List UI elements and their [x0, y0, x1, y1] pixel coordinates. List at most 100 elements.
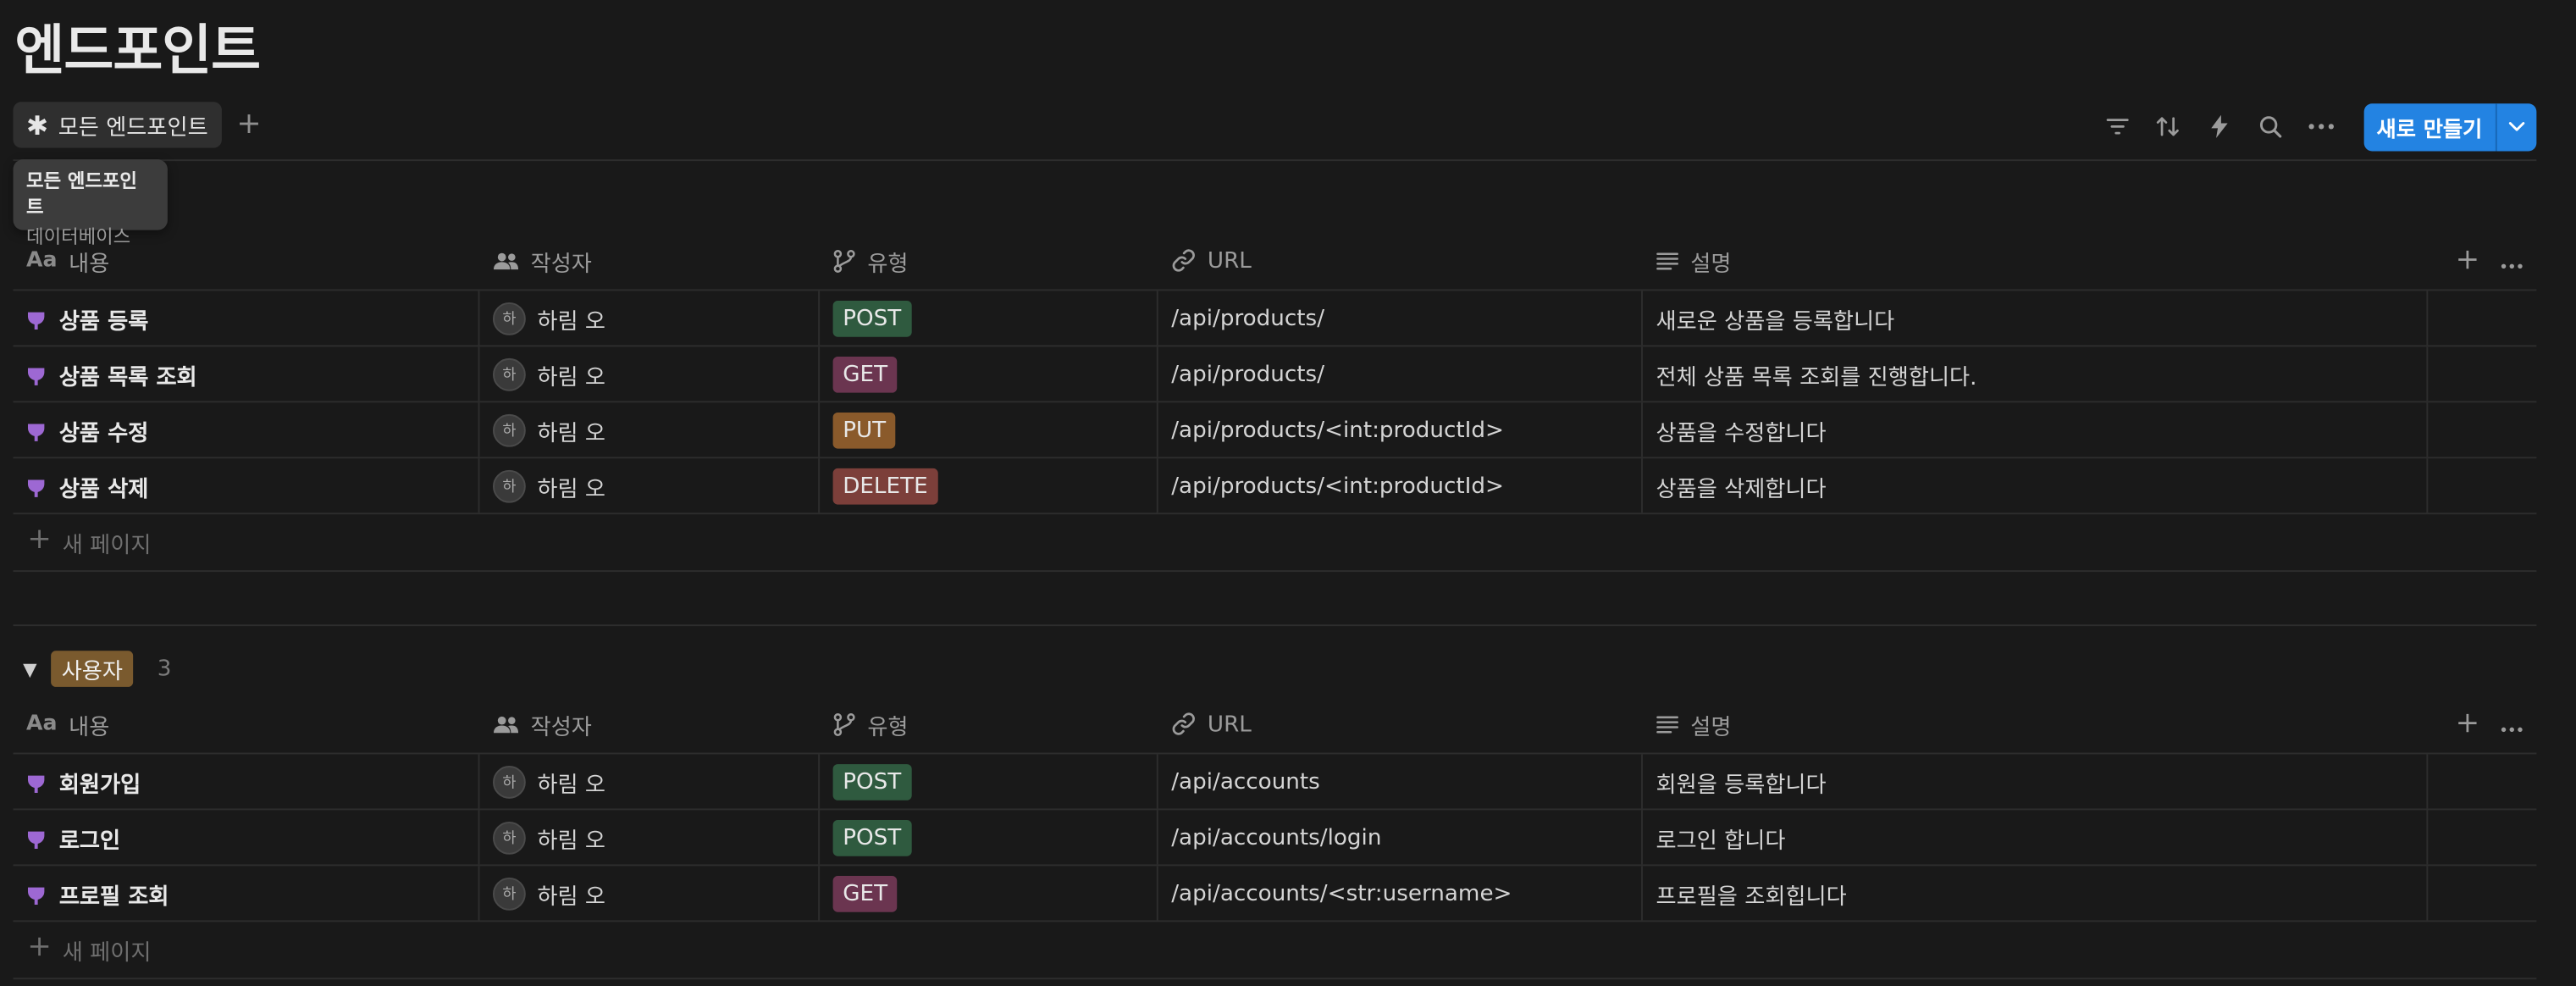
- avatar: 하: [493, 413, 526, 446]
- avatar: 하: [493, 357, 526, 391]
- cell-title[interactable]: 회원가입: [14, 754, 480, 809]
- cell-title[interactable]: 상품 수정: [14, 402, 480, 457]
- cell-description[interactable]: 회원을 등록합니다: [1643, 754, 2429, 809]
- cell-empty[interactable]: [2428, 402, 2536, 457]
- plus-icon[interactable]: +: [236, 107, 261, 143]
- table-row[interactable]: 상품 목록 조회 하 하림 오 GET/api/products/전체 상품 목록 조…: [13, 346, 2537, 403]
- cell-author[interactable]: 하 하림 오: [479, 402, 821, 457]
- cell-empty[interactable]: [2428, 754, 2536, 808]
- cell-url[interactable]: /api/accounts/login: [1158, 810, 1643, 865]
- table-row[interactable]: 프로필 조회 하 하림 오 GET/api/accounts/<str:usernam…: [13, 866, 2537, 922]
- cell-description[interactable]: 상품을 수정합니다: [1643, 402, 2429, 457]
- column-header-description[interactable]: 설명: [1643, 232, 2428, 290]
- cell-type[interactable]: PUT: [820, 402, 1158, 457]
- cell-type[interactable]: POST: [820, 810, 1158, 865]
- tooltip-subtitle: 데이터베이스: [26, 224, 131, 248]
- filter-icon[interactable]: [2092, 103, 2143, 149]
- table-row[interactable]: 상품 등록 하 하림 오 POST/api/products/새로운 상품을 등록합니…: [13, 291, 2537, 347]
- cell-url[interactable]: /api/products/: [1158, 346, 1643, 402]
- people-icon: [493, 251, 519, 270]
- column-header-description[interactable]: 설명: [1643, 695, 2428, 753]
- sort-icon[interactable]: [2143, 103, 2194, 149]
- cell-author[interactable]: 하 하림 오: [479, 458, 821, 513]
- table-row[interactable]: 회원가입 하 하림 오 POST/api/accounts 회원을 등록합니다: [13, 754, 2537, 811]
- new-button[interactable]: 새로 만들기: [2363, 102, 2496, 150]
- cell-type[interactable]: POST: [820, 291, 1158, 346]
- cell-author[interactable]: 하 하림 오: [479, 866, 821, 921]
- cell-empty[interactable]: [2428, 346, 2536, 401]
- avatar: 하: [493, 468, 526, 502]
- author-name: 하림 오: [537, 771, 606, 798]
- cell-url[interactable]: /api/accounts/<str:username>: [1158, 866, 1643, 921]
- plug-icon: [26, 825, 46, 850]
- table-row[interactable]: 로그인 하 하림 오 POST/api/accounts/login 로그인 합니다: [13, 810, 2537, 867]
- column-header-type[interactable]: 유형: [820, 232, 1158, 290]
- column-label: 내용: [69, 713, 110, 740]
- cell-title[interactable]: 프로필 조회: [14, 866, 480, 921]
- url-text: /api/accounts: [1171, 767, 1320, 795]
- column-header-author[interactable]: 작성자: [479, 232, 820, 290]
- add-property-icon[interactable]: [2457, 245, 2477, 276]
- triangle-down-icon[interactable]: ▼: [23, 658, 36, 679]
- description-text: 회원을 등록합니다: [1656, 771, 1827, 798]
- more-icon[interactable]: [2501, 245, 2523, 276]
- description-text: 로그인 합니다: [1656, 827, 1786, 854]
- cell-empty[interactable]: [2428, 810, 2536, 864]
- column-header-url[interactable]: URL: [1158, 232, 1643, 290]
- add-new-page-button[interactable]: 새 페이지: [13, 514, 2537, 573]
- app-root: 엔드포인트 ✱ 모든 엔드포인트 + 새로 만들기 Aa 내용 작성자 유형 U…: [0, 0, 2576, 980]
- cell-title[interactable]: 상품 삭제: [14, 458, 480, 513]
- cell-description[interactable]: 상품을 삭제합니다: [1643, 458, 2429, 513]
- cell-empty[interactable]: [2428, 291, 2536, 345]
- toolbar: 새로 만들기: [2092, 102, 2537, 151]
- link-icon: [1171, 248, 1196, 273]
- cell-url[interactable]: /api/products/<int:productId>: [1158, 402, 1643, 457]
- header-actions: [2457, 232, 2523, 290]
- cell-description[interactable]: 새로운 상품을 등록합니다: [1643, 291, 2429, 346]
- cell-url[interactable]: /api/products/<int:productId>: [1158, 458, 1643, 513]
- cell-url[interactable]: /api/accounts: [1158, 754, 1643, 809]
- search-icon[interactable]: [2245, 103, 2296, 149]
- automation-bolt-icon[interactable]: [2194, 103, 2245, 149]
- cell-type[interactable]: POST: [820, 754, 1158, 809]
- cell-type[interactable]: GET: [820, 346, 1158, 402]
- cell-author[interactable]: 하 하림 오: [479, 346, 821, 402]
- table-group-2: Aa 내용 작성자 유형 URL 설명 회원가입 하 하림 오 POST /ap…: [13, 695, 2537, 980]
- group-header-users[interactable]: ▼ 사용자 3: [23, 649, 171, 689]
- cell-type[interactable]: GET: [820, 866, 1158, 921]
- row-title: 상품 수정: [58, 419, 149, 446]
- column-header-url[interactable]: URL: [1158, 695, 1643, 753]
- cell-author[interactable]: 하 하림 오: [479, 810, 821, 865]
- cell-title[interactable]: 로그인: [14, 810, 480, 865]
- cell-title[interactable]: 상품 등록: [14, 291, 480, 346]
- cell-author[interactable]: 하 하림 오: [479, 754, 821, 809]
- cell-description[interactable]: 로그인 합니다: [1643, 810, 2429, 865]
- cell-description[interactable]: 프로필을 조회힙니다: [1643, 866, 2429, 921]
- add-property-icon[interactable]: [2457, 708, 2477, 740]
- table-row[interactable]: 상품 삭제 하 하림 오 DELETE/api/products/<int:produ…: [13, 458, 2537, 515]
- column-header-author[interactable]: 작성자: [479, 695, 820, 753]
- cell-empty[interactable]: [2428, 458, 2536, 512]
- description-text: 새로운 상품을 등록합니다: [1656, 307, 1895, 335]
- plug-icon: [26, 306, 46, 330]
- cell-author[interactable]: 하 하림 오: [479, 291, 821, 346]
- description-text: 상품을 삭제합니다: [1656, 475, 1827, 502]
- cell-type[interactable]: DELETE: [820, 458, 1158, 513]
- column-header-title[interactable]: Aa 내용: [14, 695, 480, 753]
- cell-url[interactable]: /api/products/: [1158, 291, 1643, 346]
- author-name: 하림 오: [537, 475, 606, 502]
- add-new-page-button[interactable]: 새 페이지: [13, 922, 2537, 980]
- column-label: 작성자: [530, 713, 592, 740]
- cell-description[interactable]: 전체 상품 목록 조회를 진행합니다.: [1643, 346, 2429, 402]
- tooltip-title: 모든 엔드포인트: [26, 169, 137, 219]
- cell-title[interactable]: 상품 목록 조회: [14, 346, 480, 402]
- table-row[interactable]: 상품 수정 하 하림 오 PUT/api/products/<int:productI…: [13, 402, 2537, 459]
- more-icon[interactable]: [2296, 103, 2347, 149]
- cell-empty[interactable]: [2428, 866, 2536, 920]
- column-header-type[interactable]: 유형: [820, 695, 1158, 753]
- view-tab-label: 모든 엔드포인트: [58, 114, 208, 141]
- more-icon[interactable]: [2501, 708, 2523, 740]
- chevron-down-icon[interactable]: [2495, 102, 2537, 151]
- view-tab-all[interactable]: ✱ 모든 엔드포인트: [13, 102, 222, 148]
- url-text: /api/products/: [1171, 360, 1325, 387]
